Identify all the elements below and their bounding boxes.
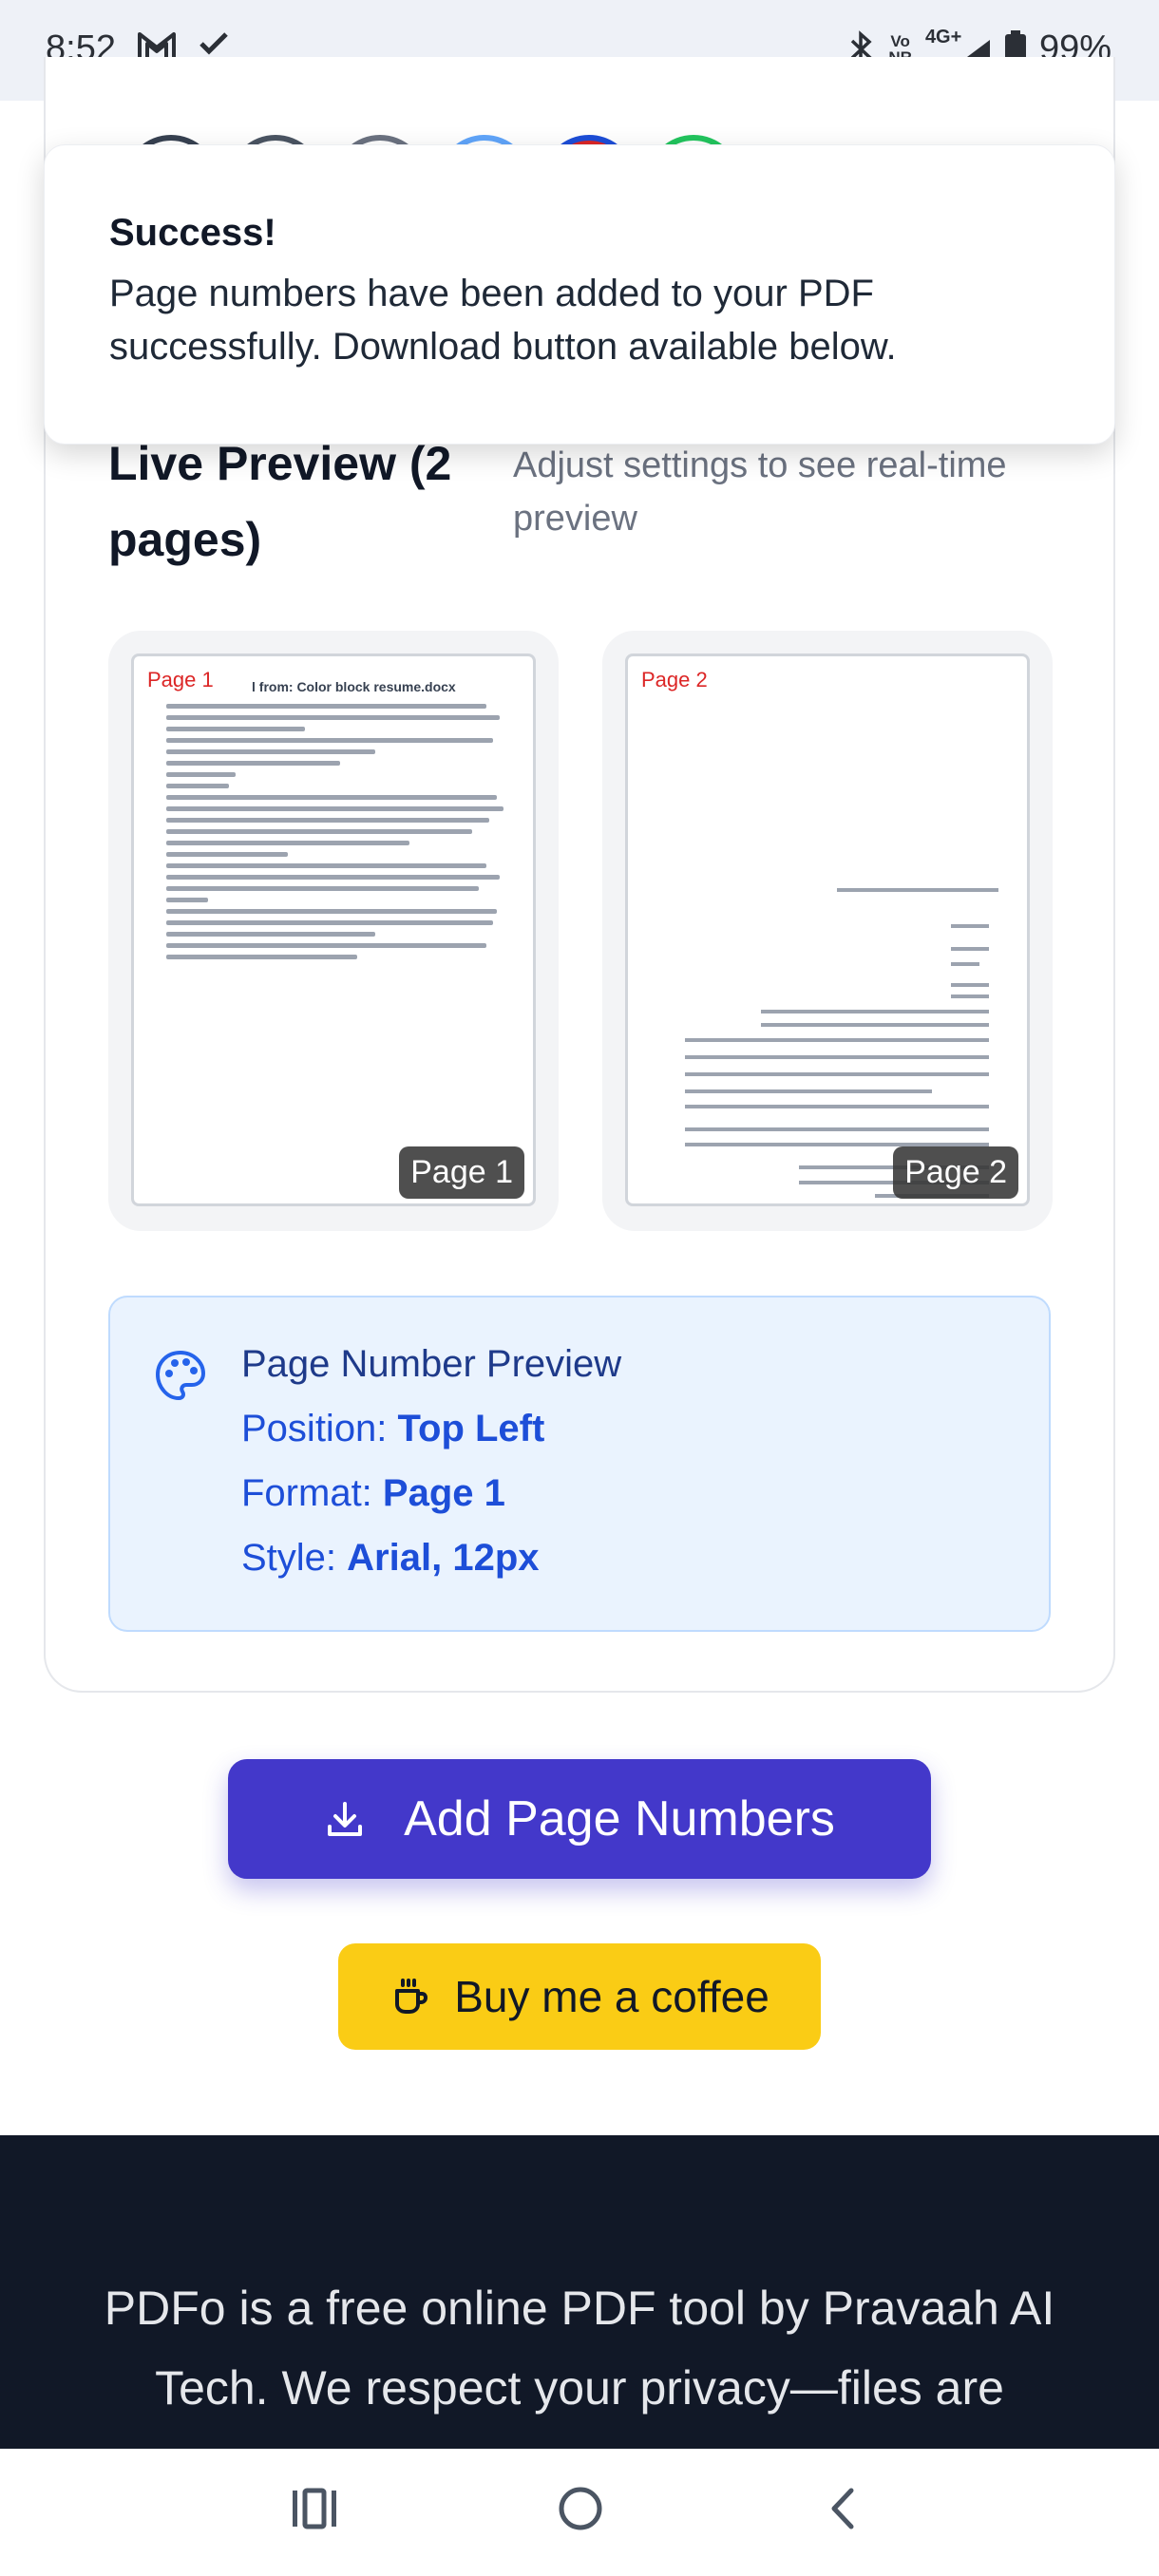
buy-me-a-coffee-button[interactable]: Buy me a coffee (338, 1943, 821, 2050)
position-row: Position: Top Left (241, 1408, 544, 1450)
page-number-preview-title: Page Number Preview (241, 1343, 622, 1385)
add-page-numbers-button[interactable]: Add Page Numbers (228, 1759, 931, 1879)
page-preview: Page 2 (625, 653, 1030, 1206)
page-content-lines: l from: Color block resume.docx (166, 677, 514, 966)
page-number-marker: Page 2 (637, 666, 712, 694)
footer-text: PDFo is a free online PDF tool by Pravaa… (99, 2282, 1060, 2449)
page-number-preview-box: Page Number Preview Position: Top Left F… (108, 1296, 1051, 1632)
position-label: Position: (241, 1408, 388, 1449)
style-label: Style: (241, 1537, 337, 1579)
live-preview-hint: Adjust settings to see real-time preview (513, 445, 1007, 539)
format-label: Format: (241, 1472, 372, 1514)
page-header-text: l from: Color block resume.docx (252, 679, 456, 694)
toast-message: Page numbers have been added to your PDF… (109, 273, 897, 368)
back-icon[interactable] (819, 2483, 870, 2534)
buy-me-a-coffee-label: Buy me a coffee (454, 1972, 770, 2021)
page-label-badge: Page 1 (399, 1146, 524, 1199)
coffee-cup-icon (395, 1979, 428, 2014)
page-preview: l from: Color block resume.docx Page 1 (131, 653, 536, 1206)
footer: PDFo is a free online PDF tool by Pravaa… (0, 2135, 1159, 2449)
toast-title: Success! (109, 212, 276, 254)
page-thumbnail-2[interactable]: Page 2 Page 2 (602, 631, 1053, 1231)
palette-icon (155, 1350, 206, 1401)
page-number-marker: Page 1 (143, 666, 218, 694)
system-navigation-bar (0, 2449, 1159, 2576)
format-value: Page 1 (382, 1472, 505, 1514)
add-page-numbers-label: Add Page Numbers (404, 1791, 835, 1847)
position-value: Top Left (397, 1408, 545, 1449)
page-label-badge: Page 2 (893, 1146, 1018, 1199)
home-icon[interactable] (555, 2483, 606, 2534)
recent-apps-icon[interactable] (289, 2483, 340, 2534)
format-row: Format: Page 1 (241, 1472, 505, 1515)
style-row: Style: Arial, 12px (241, 1537, 540, 1580)
live-preview-title: Live Preview (2 pages) (108, 437, 452, 566)
success-toast[interactable]: Success! Page numbers have been added to… (44, 144, 1115, 445)
download-icon (328, 1802, 363, 1836)
style-value: Arial, 12px (347, 1537, 540, 1579)
page-thumbnail-1[interactable]: l from: Color block resume.docx Page 1 P… (108, 631, 559, 1231)
